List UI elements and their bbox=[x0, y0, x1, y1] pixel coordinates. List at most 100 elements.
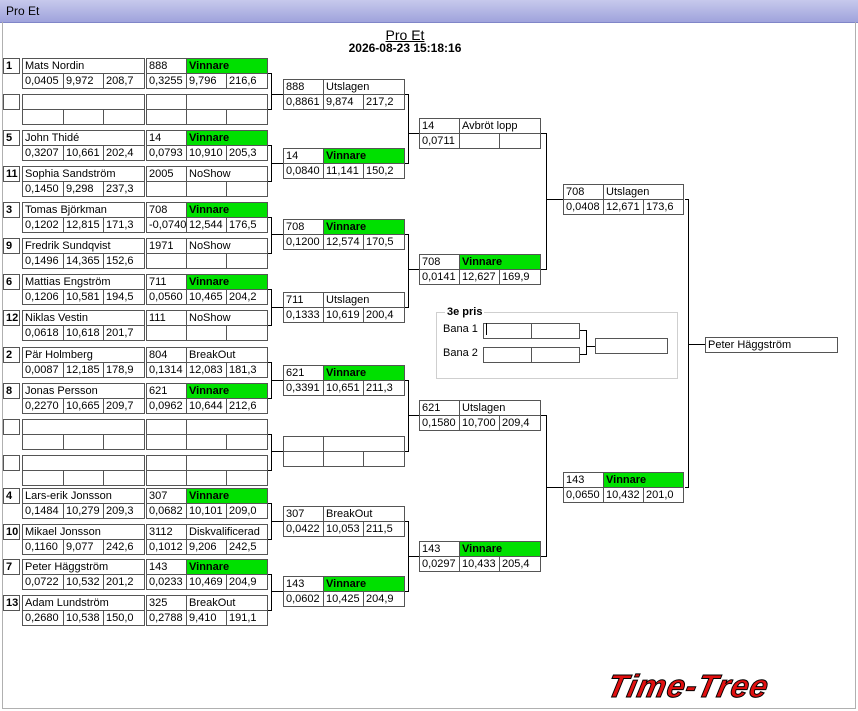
driver-reaction-time: 0,1160 bbox=[22, 539, 64, 555]
seed-number: 2 bbox=[3, 347, 20, 363]
entry-speed bbox=[226, 325, 268, 341]
entry-elapsed-time: 10,465 bbox=[186, 289, 227, 305]
driver-name: Peter Häggström bbox=[22, 559, 145, 575]
bracket-connector bbox=[546, 487, 563, 488]
champion-box: Peter Häggström bbox=[705, 337, 838, 353]
entry-reaction-time: 0,3391 bbox=[283, 380, 324, 396]
driver-speed bbox=[103, 434, 145, 450]
bracket-connector bbox=[271, 380, 283, 381]
entry-elapsed-time: 10,651 bbox=[323, 380, 364, 396]
driver-reaction-time: 0,1206 bbox=[22, 289, 64, 305]
driver-name: Mikael Jonsson bbox=[22, 524, 145, 540]
bracket-connector bbox=[271, 163, 283, 164]
entry-speed: 211,3 bbox=[363, 380, 405, 396]
driver-elapsed-time: 10,279 bbox=[63, 503, 104, 519]
entry-id bbox=[146, 94, 187, 110]
entry-id: 708 bbox=[563, 184, 604, 200]
entry-status bbox=[186, 94, 268, 110]
entry-elapsed-time bbox=[459, 133, 500, 149]
driver-name: Tomas Björkman bbox=[22, 202, 145, 218]
entry-reaction-time: 0,0141 bbox=[419, 269, 460, 285]
entry-reaction-time: 0,8861 bbox=[283, 94, 324, 110]
driver-speed: 150,0 bbox=[103, 610, 145, 626]
bracket-connector bbox=[408, 234, 409, 308]
seed-number bbox=[3, 94, 20, 110]
entry-speed: 217,2 bbox=[363, 94, 405, 110]
entry-id: 621 bbox=[283, 365, 324, 381]
entry-speed: 209,4 bbox=[499, 415, 541, 431]
entry-speed: 205,4 bbox=[499, 556, 541, 572]
entry-speed bbox=[363, 451, 405, 467]
bracket-connector bbox=[271, 434, 272, 471]
driver-name: Fredrik Sundqvist bbox=[22, 238, 145, 254]
entry-status: Vinnare bbox=[186, 488, 268, 504]
entry-speed bbox=[226, 434, 268, 450]
entry-status: Vinnare bbox=[323, 219, 405, 235]
entry-elapsed-time: 12,574 bbox=[323, 234, 364, 250]
lane1-entry-field[interactable] bbox=[483, 323, 532, 339]
entry-elapsed-time bbox=[186, 325, 227, 341]
entry-elapsed-time bbox=[186, 434, 227, 450]
entry-elapsed-time bbox=[186, 181, 227, 197]
driver-speed bbox=[103, 470, 145, 486]
bracket-connector bbox=[408, 556, 419, 557]
driver-reaction-time: 0,0087 bbox=[22, 362, 64, 378]
lane2-entry-field[interactable] bbox=[483, 347, 532, 363]
bracket-connector bbox=[546, 199, 563, 200]
bracket-connector bbox=[408, 94, 409, 164]
entry-id: 888 bbox=[146, 58, 187, 74]
entry-speed: 200,4 bbox=[363, 307, 405, 323]
entry-elapsed-time: 10,053 bbox=[323, 521, 364, 537]
third-place-winner-field[interactable] bbox=[595, 338, 668, 354]
driver-reaction-time: 0,0405 bbox=[22, 73, 64, 89]
driver-speed: 152,6 bbox=[103, 253, 145, 269]
entry-reaction-time bbox=[146, 470, 187, 486]
connector bbox=[586, 346, 595, 347]
bracket-connector bbox=[271, 307, 283, 308]
lane2-label: Bana 2 bbox=[443, 347, 478, 359]
seed-number: 10 bbox=[3, 524, 20, 540]
driver-reaction-time: 0,1484 bbox=[22, 503, 64, 519]
entry-reaction-time: 0,3255 bbox=[146, 73, 187, 89]
entry-reaction-time: 0,0297 bbox=[419, 556, 460, 572]
driver-elapsed-time: 12,185 bbox=[63, 362, 104, 378]
entry-id: 708 bbox=[283, 219, 324, 235]
entry-status bbox=[323, 436, 405, 452]
lane1-result-field[interactable] bbox=[531, 323, 580, 339]
entry-reaction-time bbox=[146, 434, 187, 450]
lane2-result-field[interactable] bbox=[531, 347, 580, 363]
entry-reaction-time: 0,0560 bbox=[146, 289, 187, 305]
entry-reaction-time bbox=[146, 109, 187, 125]
seed-number bbox=[3, 419, 20, 435]
entry-elapsed-time: 9,796 bbox=[186, 73, 227, 89]
entry-elapsed-time: 12,544 bbox=[186, 217, 227, 233]
entry-status: Vinnare bbox=[186, 274, 268, 290]
entry-elapsed-time: 11,141 bbox=[323, 163, 364, 179]
driver-reaction-time: 0,0618 bbox=[22, 325, 64, 341]
entry-status: Vinnare bbox=[186, 202, 268, 218]
entry-id: 14 bbox=[419, 118, 460, 134]
entry-id: 711 bbox=[283, 292, 324, 308]
driver-elapsed-time: 12,815 bbox=[63, 217, 104, 233]
driver-reaction-time: 0,1202 bbox=[22, 217, 64, 233]
driver-reaction-time bbox=[22, 434, 64, 450]
entry-elapsed-time bbox=[186, 470, 227, 486]
bracket-connector bbox=[408, 269, 419, 270]
entry-id: 3112 bbox=[146, 524, 187, 540]
entry-speed: 191,1 bbox=[226, 610, 268, 626]
entry-id: 804 bbox=[146, 347, 187, 363]
driver-name: Sophia Sandström bbox=[22, 166, 145, 182]
driver-name: Lars-erik Jonsson bbox=[22, 488, 145, 504]
entry-status: Vinnare bbox=[603, 472, 684, 488]
bracket-connector bbox=[271, 234, 283, 235]
entry-reaction-time: 0,0682 bbox=[146, 503, 187, 519]
entry-id: 888 bbox=[283, 79, 324, 95]
entry-elapsed-time: 10,910 bbox=[186, 145, 227, 161]
driver-speed: 201,2 bbox=[103, 574, 145, 590]
connector bbox=[586, 330, 587, 355]
entry-speed bbox=[226, 470, 268, 486]
entry-elapsed-time: 12,671 bbox=[603, 199, 644, 215]
entry-speed: 173,6 bbox=[643, 199, 684, 215]
entry-elapsed-time bbox=[323, 451, 364, 467]
entry-reaction-time: 0,0233 bbox=[146, 574, 187, 590]
